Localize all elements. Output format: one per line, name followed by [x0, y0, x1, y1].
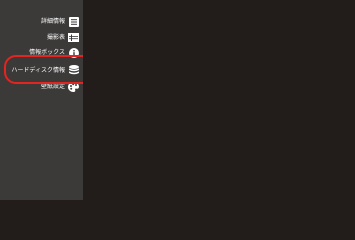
sidebar-item-label: ハードディスク情報 [11, 66, 65, 74]
sidebar-item-wallpaper-settings[interactable]: 壁紙設定 [41, 81, 79, 92]
info-icon [68, 47, 79, 58]
sidebar-item-label: 詳細情報 [40, 17, 65, 25]
sidebar-item-details[interactable]: 詳細情報 [41, 16, 79, 27]
sidebar-item-label: 情報ボックス [29, 48, 65, 56]
table-icon [68, 32, 79, 43]
sidebar-item-label: 壁紙設定 [40, 82, 65, 90]
palette-icon [68, 81, 79, 92]
list-icon [68, 16, 79, 27]
sidebar-item-label: 撮影表 [46, 33, 65, 41]
sidebar-item-hard-disk-info[interactable]: ハードディスク情報 [11, 65, 79, 76]
main-content-area [83, 0, 355, 200]
sidebar: 詳細情報 撮影表 情報ボックス ハードディスク情報 壁紙設定 [0, 0, 83, 200]
app-window: 詳細情報 撮影表 情報ボックス ハードディスク情報 壁紙設定 [0, 0, 355, 200]
hard-disk-stack-icon [68, 65, 79, 76]
sidebar-item-info-box[interactable]: 情報ボックス [29, 47, 79, 58]
sidebar-item-shooting-table[interactable]: 撮影表 [47, 32, 79, 43]
